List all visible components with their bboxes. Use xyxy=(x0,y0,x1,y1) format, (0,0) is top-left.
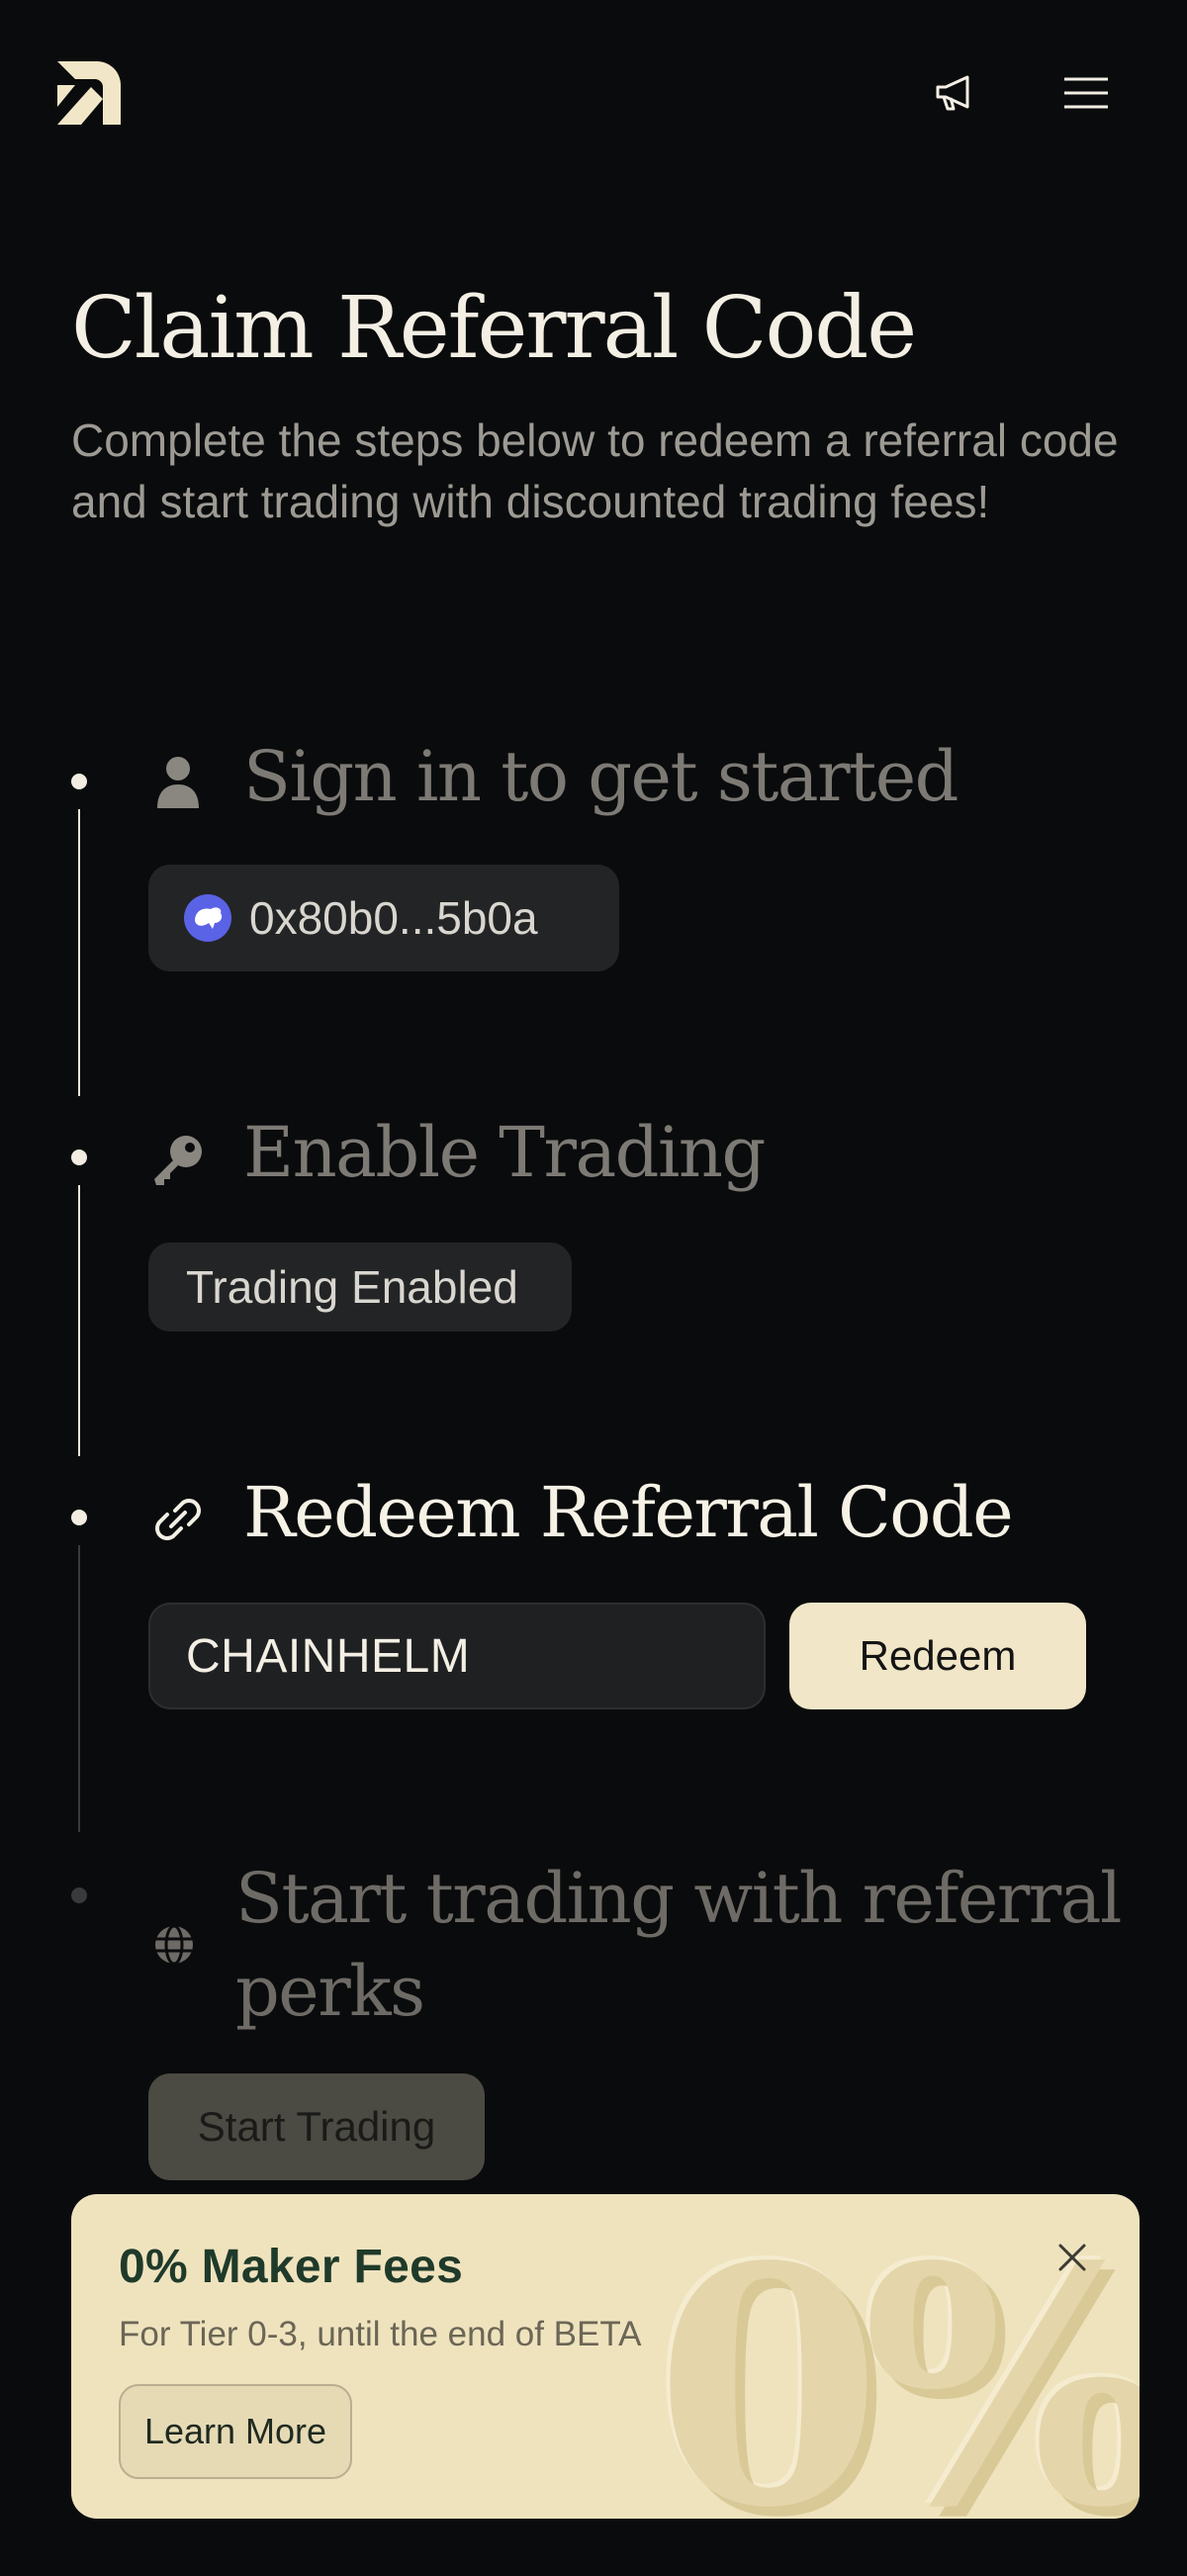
close-icon[interactable] xyxy=(1045,2230,1100,2285)
step-1-title: Sign in to get started xyxy=(243,736,959,817)
step-4-marker xyxy=(71,1887,87,1903)
page-subtitle: Complete the steps below to redeem a ref… xyxy=(71,414,1119,527)
trading-enabled-badge: Trading Enabled xyxy=(148,1242,572,1332)
step-2-marker xyxy=(71,1150,87,1165)
wallet-avatar-icon xyxy=(184,894,231,942)
wallet-address-badge[interactable]: 0x80b0...5b0a xyxy=(148,865,619,971)
wallet-address: 0x80b0...5b0a xyxy=(249,892,538,944)
start-trading-button[interactable]: Start Trading xyxy=(148,2073,485,2180)
page-title: Claim Referral Code xyxy=(71,279,917,378)
app-logo-icon[interactable] xyxy=(53,57,125,129)
step-4-title: Start trading with referral perks xyxy=(235,1858,1122,2032)
step-1-marker xyxy=(71,774,87,789)
promo-subtitle: For Tier 0-3, until the end of BETA xyxy=(119,2315,642,2353)
step-2-title: Enable Trading xyxy=(243,1112,766,1193)
megaphone-icon[interactable] xyxy=(926,63,985,123)
step-2-connector xyxy=(78,1185,80,1456)
promo-banner: 0% 0% Maker Fees For Tier 0-3, until the… xyxy=(71,2194,1140,2519)
user-icon xyxy=(148,752,208,811)
globe-icon xyxy=(144,1915,204,1975)
learn-more-button[interactable]: Learn More xyxy=(119,2384,352,2479)
step-3-connector xyxy=(78,1545,80,1832)
hamburger-menu-icon[interactable] xyxy=(1056,63,1116,123)
redeem-button[interactable]: Redeem xyxy=(789,1603,1086,1709)
step-1-connector xyxy=(78,809,80,1096)
referral-code-input[interactable]: CHAINHELM xyxy=(148,1603,766,1709)
step-3-title: Redeem Referral Code xyxy=(243,1472,1014,1553)
link-icon xyxy=(148,1490,208,1549)
step-3-marker xyxy=(71,1510,87,1525)
promo-title: 0% Maker Fees xyxy=(119,2241,464,2293)
key-icon xyxy=(148,1130,208,1189)
